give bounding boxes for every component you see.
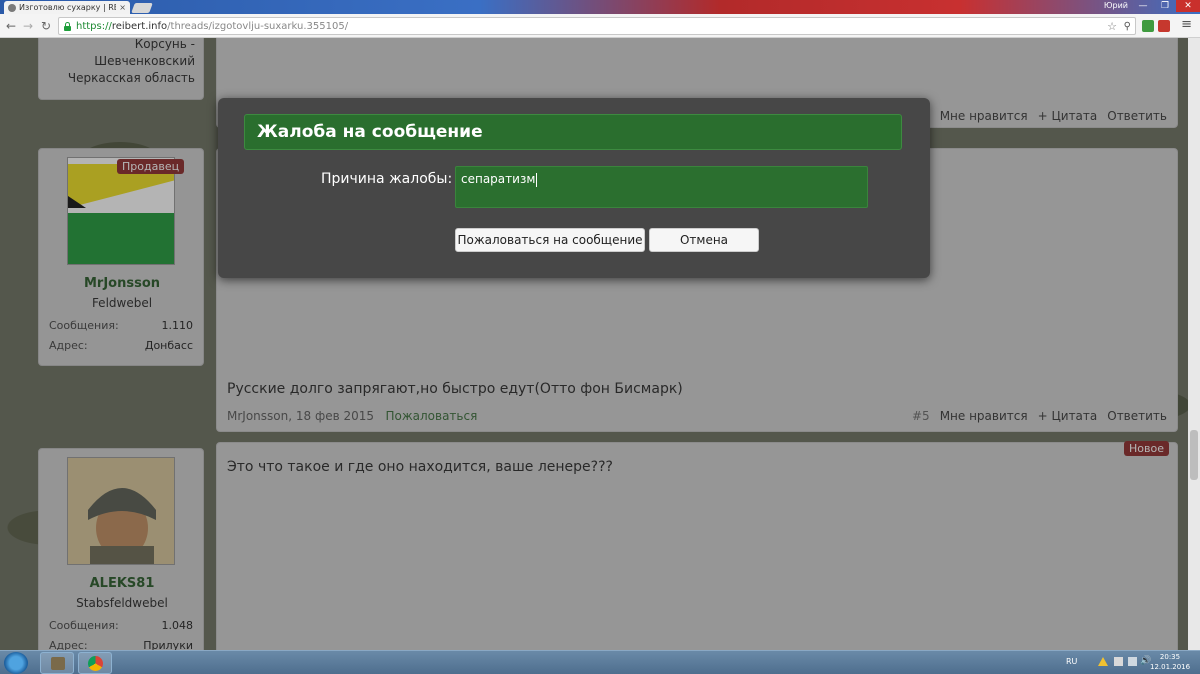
browser-toolbar: ← → ↻ https://reibert.info/threads/izgot… xyxy=(0,14,1200,38)
start-button[interactable] xyxy=(4,652,28,674)
volume-icon[interactable]: 🔊 xyxy=(1140,656,1151,666)
browser-tab[interactable]: Изготовлю сухарку | REIB × xyxy=(4,1,130,14)
maximize-button[interactable]: ❐ xyxy=(1154,0,1176,12)
extension-icon[interactable] xyxy=(1142,20,1154,32)
tab-close-icon[interactable]: × xyxy=(119,3,126,12)
clock-time: 20:35 xyxy=(1159,653,1181,661)
cancel-button[interactable]: Отмена xyxy=(649,228,759,252)
address-bar[interactable]: https://reibert.info/threads/izgotovlju-… xyxy=(58,17,1136,35)
reason-label: Причина жалобы: xyxy=(321,171,453,187)
network-icon[interactable] xyxy=(1128,657,1137,666)
report-dialog: Жалоба на сообщение Причина жалобы: сепа… xyxy=(218,98,930,278)
lock-icon xyxy=(63,21,72,31)
reason-input[interactable]: сепаратизм xyxy=(455,166,868,208)
dialog-title: Жалоба на сообщение xyxy=(244,114,902,150)
bookmark-star-icon[interactable]: ☆ xyxy=(1107,20,1117,33)
scrollbar-thumb[interactable] xyxy=(1190,430,1198,480)
page-scrollbar[interactable] xyxy=(1188,38,1200,650)
url-path: /threads/izgotovlju-suxarku.355105/ xyxy=(167,20,349,32)
taskbar-app-game[interactable] xyxy=(40,652,74,674)
close-window-button[interactable]: ✕ xyxy=(1176,0,1200,12)
window-titlebar: Изготовлю сухарку | REIB × Юрий — ❐ ✕ xyxy=(0,0,1200,14)
extension-icon[interactable] xyxy=(1158,20,1170,32)
back-arrow-icon[interactable]: ← xyxy=(3,18,19,34)
profile-name[interactable]: Юрий xyxy=(1104,1,1128,10)
text-caret xyxy=(536,172,538,187)
url-scheme: https:// xyxy=(76,20,112,32)
favicon-icon xyxy=(8,3,16,12)
menu-icon[interactable]: ≡ xyxy=(1181,17,1192,32)
submit-report-button[interactable]: Пожаловаться на сообщение xyxy=(455,228,645,252)
minimize-button[interactable]: — xyxy=(1132,0,1154,12)
forward-arrow-icon[interactable]: → xyxy=(20,18,36,34)
zoom-icon[interactable]: ⚲ xyxy=(1124,21,1131,32)
action-center-icon[interactable] xyxy=(1114,657,1123,666)
warning-icon[interactable] xyxy=(1098,657,1108,666)
clock-date: 12.01.2016 xyxy=(1150,663,1191,671)
new-tab-button[interactable] xyxy=(131,3,153,13)
url-host: reibert.info xyxy=(111,20,168,32)
tab-title: Изготовлю сухарку | REIB xyxy=(19,3,117,12)
taskbar: RU 🔊 20:35 12.01.2016 xyxy=(0,650,1200,674)
reason-value: сепаратизм xyxy=(461,172,536,186)
page-content: Корсунь - Шевченковский Черкасская облас… xyxy=(0,38,1200,650)
clock[interactable]: 20:35 12.01.2016 xyxy=(1150,652,1190,672)
language-indicator[interactable]: RU xyxy=(1066,657,1077,666)
taskbar-app-chrome[interactable] xyxy=(78,652,112,674)
reload-icon[interactable]: ↻ xyxy=(38,18,54,34)
